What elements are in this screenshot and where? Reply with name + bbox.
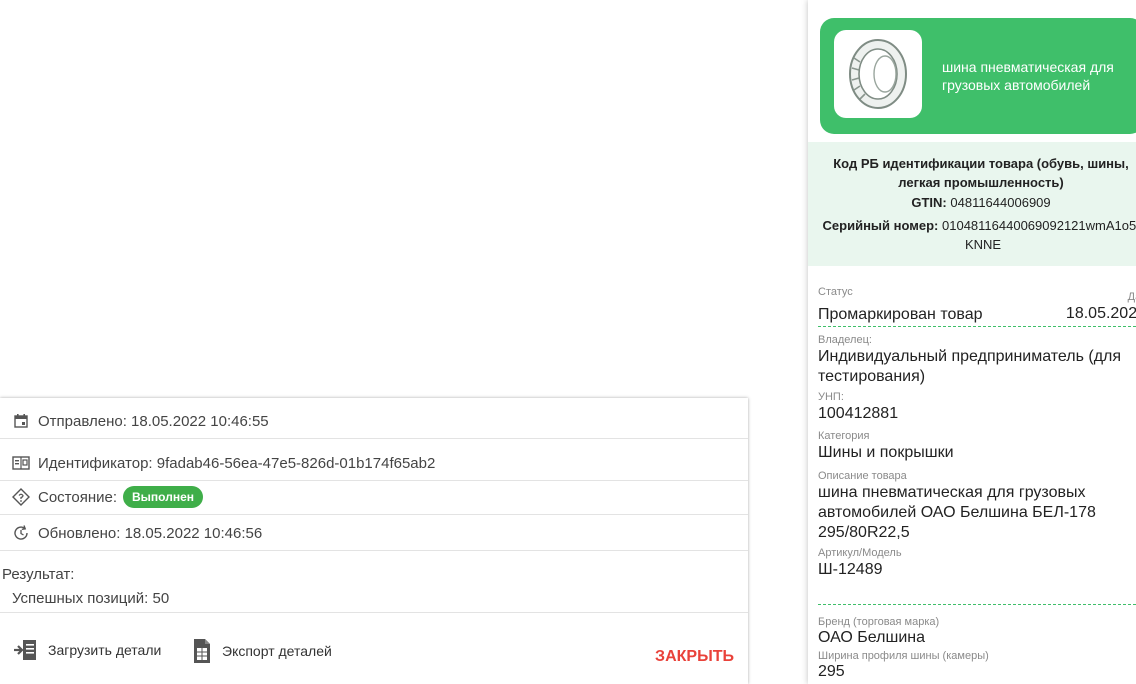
status-badge: Выполнен (123, 486, 204, 508)
brand-label: Бренд (торговая марка) (818, 616, 940, 628)
divider (818, 326, 1136, 327)
code-title: Код РБ идентификации товара (обувь, шины… (833, 156, 1129, 190)
tire-image (834, 30, 922, 118)
product-title: шина пневматическая для грузовых автомоб… (942, 59, 1114, 93)
id-card-icon (12, 454, 30, 472)
description-value: шина пневматическая для грузовых автомоб… (818, 484, 1096, 541)
description-label: Описание товара (818, 470, 907, 482)
serial-label: Серийный номер: (822, 218, 939, 233)
divider (818, 604, 1136, 605)
product-header: шина пневматическая для грузовых автомоб… (820, 18, 1136, 134)
load-details-button[interactable]: Загрузить детали (12, 638, 161, 662)
owner-label: Владелец: (818, 334, 872, 346)
unp-value: 100412881 (818, 405, 899, 422)
success-count-text: Успешных позиций: 50 (12, 590, 170, 607)
serial-line: Серийный номер: 0104811644006909212​1wmA… (820, 216, 1136, 254)
result-label: Результат: (2, 566, 75, 583)
upload-details-icon (12, 638, 38, 662)
gtin-line: GTIN: 04811644006909 (808, 193, 1136, 212)
state-row: Состояние: Выполнен (0, 480, 748, 515)
sent-text: Отправлено: 18.05.2022 10:46:55 (38, 412, 269, 430)
category-label: Категория (818, 430, 870, 442)
article-value: Ш-12489 (818, 561, 883, 578)
identifier-row: Идентификатор: 9fadab46-56ea-47e5-826d-0… (0, 446, 748, 481)
gtin-value: 04811644006909 (950, 195, 1051, 210)
export-details-button[interactable]: Экспорт деталей (192, 638, 332, 664)
width-value: 295 (818, 663, 845, 680)
product-card: шина пневматическая для грузовых автомоб… (808, 0, 1136, 684)
category-value: Шины и покрышки (818, 444, 954, 461)
success-row: Успешных позиций: 50 (0, 584, 748, 613)
updated-text: Обновлено: 18.05.2022 10:46:56 (38, 524, 263, 542)
order-details-dialog: Отправлено: 18.05.2022 10:46:55 Идентифи… (0, 398, 748, 684)
owner-value: Индивидуальный предприниматель (для тест… (818, 348, 1122, 385)
state-label: Состояние: (38, 488, 118, 506)
export-file-icon (192, 638, 212, 664)
serial-value: 0104811644006909212​1wmA1o51KNNE (942, 218, 1136, 252)
article-label: Артикул/Модель (818, 547, 902, 559)
refresh-clock-icon (12, 524, 30, 542)
close-button[interactable]: ЗАКРЫТЬ (655, 648, 734, 666)
sent-row: Отправлено: 18.05.2022 10:46:55 (0, 404, 748, 439)
status-label: Статус (818, 286, 853, 298)
identifier-text: Идентификатор: 9fadab46-56ea-47e5-826d-0… (38, 454, 436, 472)
identification-code-block: Код РБ идентификации товара (обувь, шины… (808, 142, 1136, 266)
export-details-label: Экспорт деталей (222, 643, 332, 659)
brand-value: ОАО Белшина (818, 629, 926, 646)
date-value: 18.05.2022 (1065, 305, 1136, 322)
updated-row: Обновлено: 18.05.2022 10:46:56 (0, 516, 748, 551)
state-diamond-icon (12, 488, 30, 506)
tire-icon (849, 39, 907, 109)
unp-label: УНП: (818, 391, 844, 403)
width-label: Ширина профиля шины (камеры) (818, 650, 989, 662)
load-details-label: Загрузить детали (48, 642, 162, 658)
calendar-icon (12, 412, 30, 430)
gtin-label: GTIN: (911, 195, 947, 210)
date-label: Дат (1127, 291, 1136, 303)
